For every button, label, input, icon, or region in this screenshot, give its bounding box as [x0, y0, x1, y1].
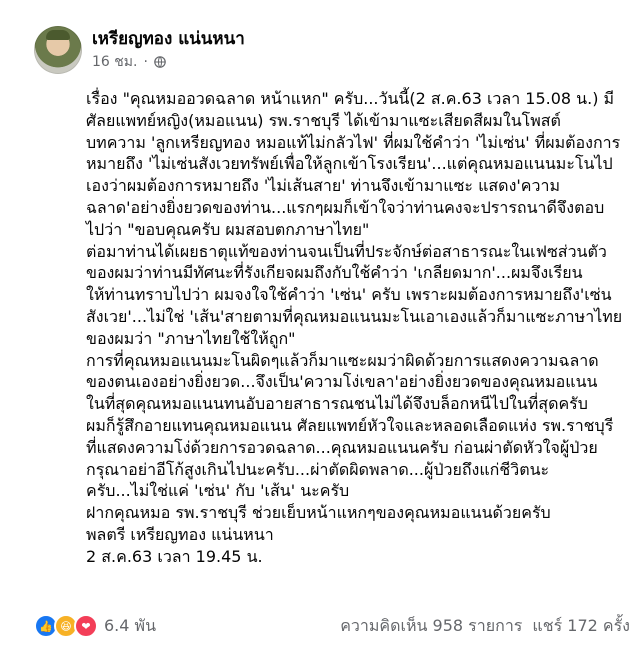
post-footer: 👍 😆 ❤ 6.4 พัน ความคิดเห็น 958 รายการ แชร…: [34, 612, 630, 640]
post-text-line: ของผมว่า "ภาษาไทยใช้ให้ถูก": [86, 328, 296, 348]
author-name[interactable]: เหรียญทอง แน่นหนา: [92, 28, 245, 50]
reaction-summary[interactable]: 👍 😆 ❤ 6.4 พัน: [34, 614, 156, 639]
post-text-line: พลตรี เหรียญทอง แน่นหนา: [86, 524, 274, 544]
post-text-line: กรุณาอย่าอีโก้สูงเกินไปนะครับ...ผ่าตัดผิ…: [86, 459, 550, 479]
engagement-stats: ความคิดเห็น 958 รายการ แชร์ 172 ครั้ง: [340, 614, 630, 639]
post-text-line: ผมก็รู้สึกอายแทนคุณหมอแนน ศัลยแพทย์หัวใจ…: [86, 415, 614, 435]
post-text-line: ต่อมาท่านได้เผยธาตุแท้ของท่านจนเป็นที่ปร…: [86, 241, 607, 261]
post-text-line: การที่คุณหมอแนนมะโนผิดๆแล้วก็มาแซะผมว่าผ…: [86, 350, 599, 370]
post-text-line: ในที่สุดคุณหมอแนนทนอับอายสาธารณชนไม่ได้จ…: [86, 394, 588, 414]
post-text-line: ที่แสดงความโง่ด้วยการอวดฉลาด...คุณหมอแนน…: [86, 437, 598, 457]
separator-dot: ·: [143, 54, 148, 70]
post-body: เรื่อง "คุณหมออวดฉลาด หน้าแหก" ครับ...วั…: [86, 88, 626, 568]
post-header: เหรียญทอง แน่นหนา 16 ชม. ·: [34, 22, 245, 78]
reaction-count[interactable]: 6.4 พัน: [104, 614, 156, 639]
post-text-line: ครับ...ไม่ใช่แค่ 'เซ่น' กับ 'เส้น' นะครั…: [86, 481, 350, 501]
post-text-line: ไปว่า "ขอบคุณครับ ผมสอบตกภาษาไทย": [86, 219, 370, 239]
post-text-line: ของตนเองอย่างยิ่งยวด...จึงเป็น'ความโง่เข…: [86, 372, 598, 392]
post-text-line: ให้ท่านทราบไปว่า ผมจงใจใช้คำว่า 'เซ่น' ค…: [86, 285, 612, 305]
comment-count[interactable]: ความคิดเห็น 958 รายการ: [340, 614, 522, 639]
share-count[interactable]: แชร์ 172 ครั้ง: [532, 614, 630, 639]
post-subline: 16 ชม. ·: [92, 52, 245, 72]
post-text-line: เองว่าผมต้องการหมายถึง 'ไม่เส้นสาย' ท่าน…: [86, 176, 560, 196]
post-text-line: ฉลาด'อย่างยิ่งยวดของท่าน...แรกๆผมก็เข้าใ…: [86, 197, 605, 217]
post-text-line: บทความ 'ลูกเหรียญทอง หมอแท้ไม่กลัวไฟ' ที…: [86, 132, 621, 152]
post-text-line: ของผมว่าท่านมีทัศนะที่รังเกียจผมถึงกับใช…: [86, 263, 583, 283]
facebook-post: เหรียญทอง แน่นหนา 16 ชม. · เรื่อง "คุณหม…: [0, 0, 640, 648]
post-time[interactable]: 16 ชม.: [92, 52, 137, 72]
post-text-line: ฝากคุณหมอ รพ.ราชบุรี ช่วยเย็บหน้าแหกๆของ…: [86, 503, 551, 523]
post-text-line: หมายถึง 'ไม่เซ่นสังเวยทรัพย์เพื่อให้ลูกเ…: [86, 154, 613, 174]
post-text-line: ศัลยแพทย์หญิง(หมอแนน) รพ.ราชบุรี ได้เข้า…: [86, 110, 561, 130]
post-meta: เหรียญทอง แน่นหนา 16 ชม. ·: [92, 28, 245, 72]
post-text-line: เรื่อง "คุณหมออวดฉลาด หน้าแหก" ครับ...วั…: [86, 89, 615, 108]
author-avatar[interactable]: [34, 26, 82, 74]
love-reaction-icon: ❤: [74, 614, 98, 638]
post-text-line: 2 ส.ค.63 เวลา 19.45 น.: [86, 546, 263, 566]
post-text-line: สังเวย'...ไม่ใช่ 'เส้น'สายตามที่คุณหมอแน…: [86, 306, 623, 326]
globe-icon: [154, 56, 166, 68]
